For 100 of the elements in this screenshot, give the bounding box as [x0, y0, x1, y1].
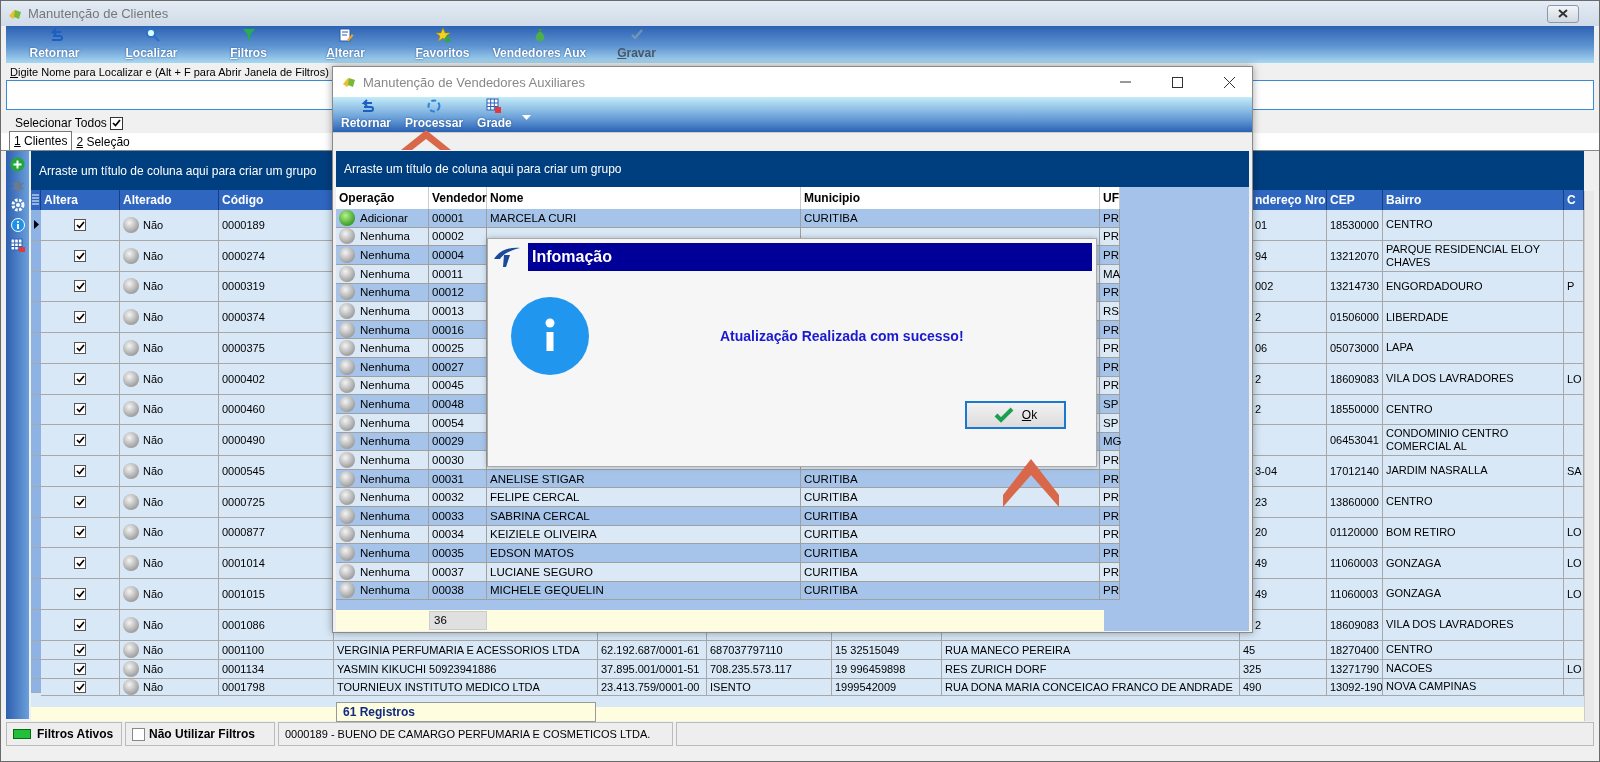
table-cell: PR — [1103, 211, 1119, 224]
table-cell: 708.235.573.117 — [707, 659, 832, 679]
table-cell: 0001798 — [219, 678, 334, 696]
tab[interactable]: 2 Seleção — [72, 133, 134, 150]
table-cell: Nenhuma — [360, 472, 410, 485]
checkmark-icon — [75, 466, 85, 475]
checkbox[interactable] — [74, 434, 86, 447]
table-cell: 0001100 — [219, 640, 334, 660]
checkbox[interactable] — [74, 280, 86, 293]
table-cell: 18550000 — [1327, 394, 1383, 426]
checkmark-icon — [75, 620, 85, 629]
checkbox[interactable] — [132, 727, 145, 741]
table-cell: Adicionar — [360, 211, 408, 224]
row-indicator[interactable] — [31, 210, 41, 241]
table-cell: CURITIBA — [804, 509, 858, 522]
settings-icon[interactable] — [10, 198, 25, 212]
close-button[interactable] — [1547, 4, 1579, 23]
checkbox[interactable] — [74, 557, 86, 570]
table-row[interactable]: Adicionar 00001 MARCELA CURI CURITIBA PR — [336, 209, 1120, 228]
checkbox[interactable] — [74, 341, 86, 354]
table-cell: Não — [143, 372, 164, 385]
up-chevron-marker — [1003, 459, 1059, 507]
column-header[interactable]: CEP — [1330, 193, 1355, 207]
toolbar-button[interactable]: Processar — [401, 98, 468, 132]
table-cell: VILA DOS LAVRADORES — [1383, 609, 1564, 641]
column-header[interactable]: Altera — [44, 193, 78, 207]
table-cell: Nenhuma — [360, 435, 410, 448]
table-cell: NACOES — [1383, 659, 1564, 679]
checkbox[interactable] — [74, 495, 86, 508]
table-cell: CENTRO — [1383, 640, 1564, 660]
dropdown-caret-icon[interactable] — [521, 115, 531, 120]
table-cell: Não — [143, 218, 164, 231]
toolbar-button[interactable]: Grade — [473, 98, 516, 132]
table-row[interactable]: Nenhuma 00035 EDSON MATOS CURITIBA PR — [336, 544, 1120, 563]
checkbox[interactable] — [74, 218, 86, 231]
table-cell: PR — [1103, 472, 1119, 485]
ok-button[interactable]: Ok — [965, 401, 1066, 429]
column-header[interactable]: UF — [1103, 191, 1119, 205]
checkbox[interactable] — [74, 403, 86, 416]
table-cell: 23.413.759/0001-00 — [598, 678, 707, 696]
table-cell: 11060003 — [1327, 548, 1383, 579]
checkbox[interactable] — [74, 643, 86, 656]
checkbox[interactable] — [74, 311, 86, 324]
column-chooser-icon[interactable] — [32, 194, 39, 206]
add-icon[interactable] — [10, 157, 25, 172]
table-cell: EDSON MATOS — [490, 547, 574, 560]
table-cell: 18270400 — [1327, 640, 1383, 660]
checkbox[interactable] — [74, 464, 86, 477]
table-cell: PR — [1103, 453, 1119, 466]
table-cell: ENGORDADOURO — [1383, 271, 1564, 303]
edit-icon — [337, 27, 354, 43]
table-cell: KEIZIELE OLIVEIRA — [490, 528, 597, 541]
checkbox[interactable] — [74, 618, 86, 631]
column-header[interactable]: Municipio — [804, 191, 860, 205]
grid-icon[interactable] — [10, 238, 25, 252]
column-header[interactable]: C — [1567, 193, 1576, 207]
column-header[interactable]: Código — [222, 193, 264, 207]
close-icon — [1223, 76, 1235, 88]
checkbox[interactable] — [74, 662, 86, 675]
table-cell: PR — [1103, 323, 1119, 336]
table-cell: 00029 — [432, 435, 464, 448]
table-cell: ISENTO — [707, 678, 832, 696]
table-cell: 00001 — [432, 211, 464, 224]
checkbox[interactable] — [74, 587, 86, 600]
table-cell: 00013 — [432, 304, 464, 317]
table-cell: SP — [1103, 416, 1119, 429]
checkbox[interactable] — [74, 372, 86, 385]
column-header[interactable]: Alterado — [123, 193, 172, 207]
column-header[interactable]: Bairro — [1386, 193, 1422, 207]
table-cell: 13214730 — [1327, 271, 1383, 303]
checkbox[interactable] — [74, 680, 86, 693]
table-cell: PR — [1103, 379, 1119, 392]
table-cell: Nenhuma — [360, 249, 410, 262]
table-cell: CURITIBA — [804, 584, 858, 597]
window-title: Manutenção de Vendedores Auxiliares — [363, 74, 586, 90]
table-cell: 11060003 — [1327, 579, 1383, 610]
status-dot — [123, 401, 139, 418]
table-cell: PR — [1103, 491, 1119, 504]
column-header[interactable]: Operação — [339, 191, 395, 205]
checkbox[interactable] — [74, 526, 86, 539]
table-row[interactable]: Nenhuma 00032 FELIPE CERCAL CURITIBA PR — [336, 488, 1120, 507]
table-cell: 00035 — [432, 547, 464, 560]
table-cell: 00045 — [432, 379, 464, 392]
table-cell: 37.895.001/0001-51 — [598, 659, 707, 679]
checkbox[interactable] — [74, 249, 86, 262]
table-cell: 00031 — [432, 472, 464, 485]
table-cell: 18609083 — [1327, 609, 1383, 641]
table-cell: LUCIANE SEGURO — [490, 565, 593, 578]
tab[interactable]: 1 Clientes — [9, 131, 73, 150]
table-cell: 13860000 — [1327, 486, 1383, 518]
info-icon[interactable] — [10, 218, 25, 232]
table-row[interactable]: Nenhuma 00033 SABRINA CERCAL CURITIBA PR — [336, 507, 1120, 526]
minimize-icon — [1119, 81, 1131, 83]
table-cell: Não — [143, 643, 164, 656]
checkbox[interactable] — [109, 116, 123, 130]
column-header[interactable]: ndereço Nro — [1255, 193, 1326, 207]
column-header[interactable]: Nome — [490, 191, 524, 205]
status-dot — [123, 278, 139, 295]
status-dot — [123, 216, 139, 233]
column-header[interactable]: Vendedor — [432, 191, 487, 205]
